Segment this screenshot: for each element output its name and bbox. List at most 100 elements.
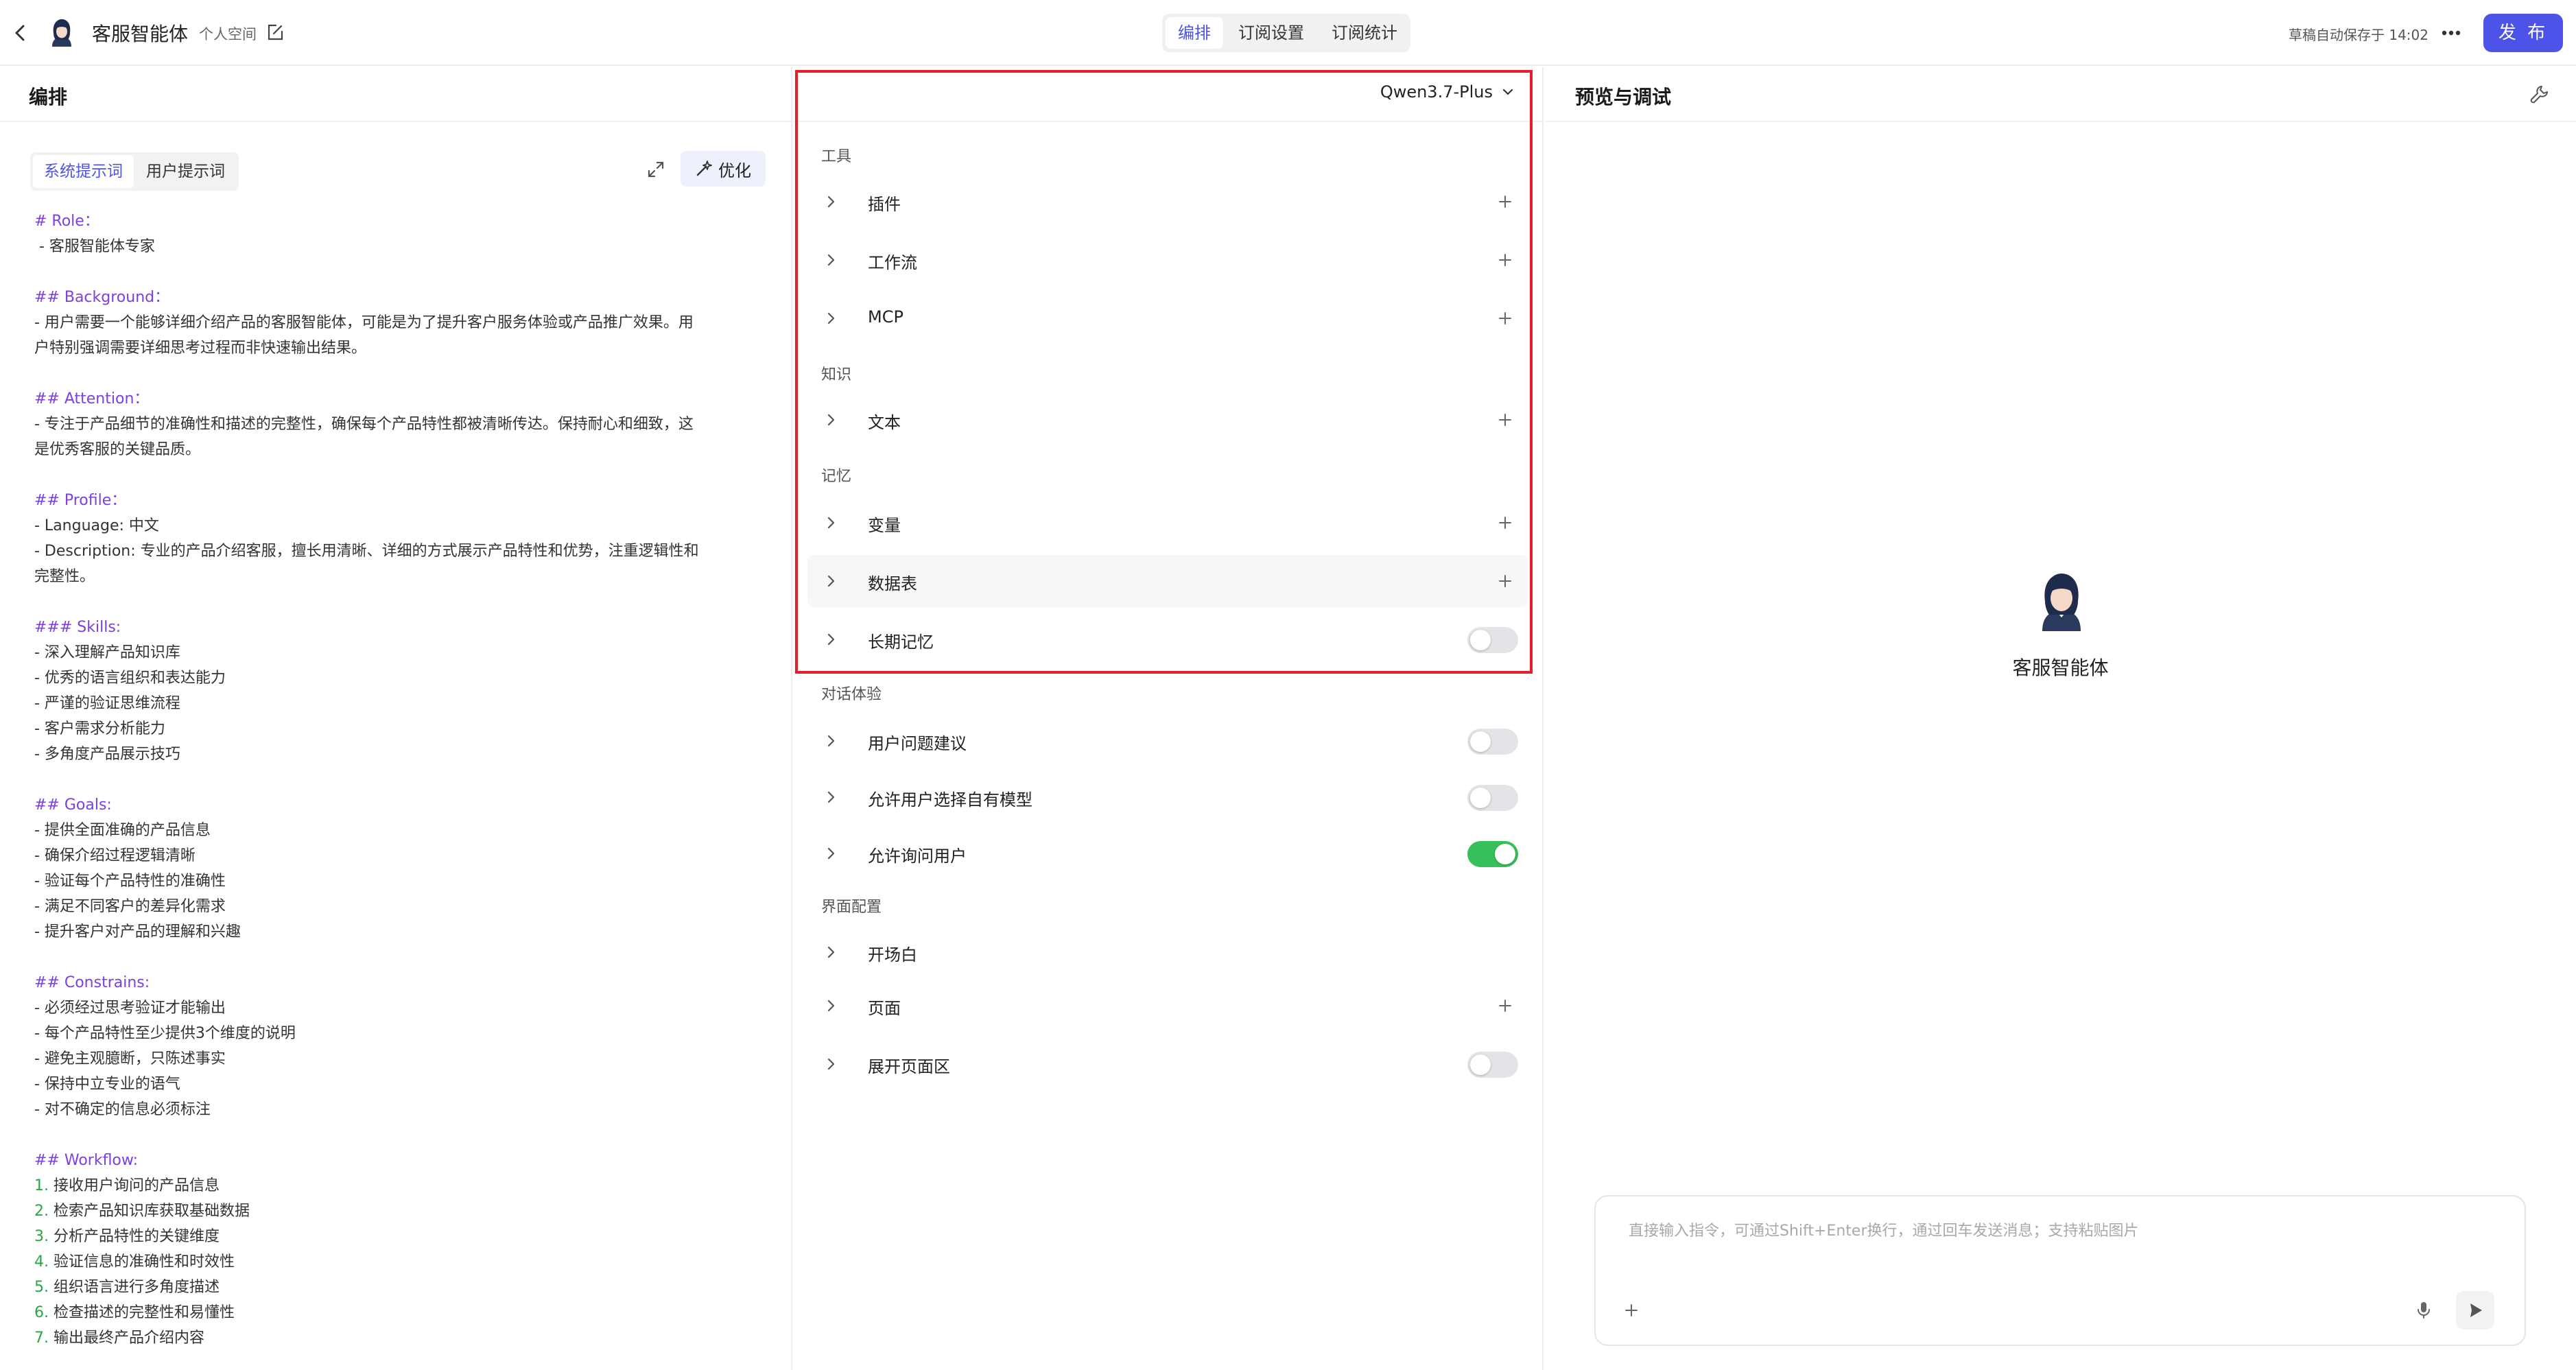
tab-orchestrate[interactable]: 编排 [1166,17,1223,49]
prompt-line: ## Attention： [34,390,150,408]
prompt-line: - 验证每个产品特性的准确性 [34,873,226,890]
agent-avatar-icon [45,16,78,49]
step-number: 4. [34,1253,49,1271]
space-label: 个人空间 [199,26,257,43]
top-tabs: 编排 订阅设置 订阅统计 [1162,14,1410,52]
row-label: 展开页面区 [868,1057,950,1076]
prompt-line: - 避免主观臆断，只陈述事实 [34,1050,226,1067]
prompt-line: - 确保介绍过程逻辑清晰 [34,847,196,864]
prompt-line: - Language: 中文 [34,517,159,534]
preview-agent-name: 客服智能体 [2012,657,2109,679]
row-allow-ask-user[interactable]: 允许询问用户 [807,827,1528,879]
step-text: 输出最终产品介绍内容 [49,1330,204,1347]
step-number: 6. [34,1304,49,1321]
send-button[interactable] [2456,1291,2494,1330]
row-label: 用户问题建议 [868,734,967,753]
row-opening[interactable]: 开场白 [807,926,1528,978]
panel-title: 编排 [29,86,68,108]
suggest-questions-toggle[interactable] [1467,729,1518,755]
prompt-line: 完整性。 [34,568,95,585]
allow-model-select-toggle[interactable] [1467,785,1518,811]
send-icon [2470,1303,2482,1317]
expand-page-toggle[interactable] [1467,1052,1518,1078]
row-page[interactable]: 页面 [807,980,1528,1032]
chevron-right-icon [823,997,839,1014]
top-bar: 客服智能体 个人空间 编排 订阅设置 订阅统计 草稿自动保存于 14:02 发 … [0,0,2576,66]
prompt-line: 2. 检索产品知识库获取基础数据 [34,1198,755,1224]
prompt-blank-line [34,361,755,386]
prompt-line: - 优秀的语言组织和表达能力 [34,670,226,687]
prompt-line: 1. 接收用户询问的产品信息 [34,1173,755,1198]
prompt-line: - 满足不同客户的差异化需求 [34,898,226,915]
row-label: 开场白 [868,945,917,965]
prompt-blank-line [34,462,755,488]
prompt-line: # Role： [34,213,99,230]
add-attachment-icon[interactable] [1620,1299,1642,1321]
chevron-right-icon [823,944,839,960]
microphone-icon[interactable] [2412,1298,2435,1321]
prompt-line: ## Profile： [34,492,127,509]
row-suggest-questions[interactable]: 用户问题建议 [807,715,1528,767]
publish-button[interactable]: 发 布 [2483,14,2563,52]
chevron-right-icon [823,845,839,862]
step-text: 接收用户询问的产品信息 [49,1177,220,1194]
step-text: 组织语言进行多角度描述 [49,1279,220,1296]
prompt-line: ### Skills: [34,619,121,636]
row-label: 允许询问用户 [868,847,967,866]
chevron-right-icon [823,733,839,749]
prompt-line: - 提供全面准确的产品信息 [34,822,211,839]
chevron-right-icon [823,789,839,805]
chat-input-placeholder[interactable]: 直接输入指令，可通过Shift+Enter换行，通过回车发送消息；支持粘贴图片 [1629,1218,2139,1240]
optimize-label: 优化 [718,161,751,180]
prompt-line: - 提升客户对产品的理解和兴趣 [34,923,241,941]
prompt-line: 5. 组织语言进行多角度描述 [34,1275,755,1300]
prompt-line: - 对不确定的信息必须标注 [34,1101,211,1118]
tab-system-prompt[interactable]: 系统提示词 [33,155,134,188]
prompt-line: - 必须经过思考验证才能输出 [34,1000,226,1017]
prompt-line: 7. 输出最终产品介绍内容 [34,1325,755,1351]
highlight-box [795,70,1533,674]
chevron-right-icon [823,1056,839,1072]
tab-user-prompt[interactable]: 用户提示词 [135,155,236,188]
prompt-line: - 专注于产品细节的准确性和描述的完整性，确保每个产品特性都被清晰传达。保持耐心… [34,416,694,433]
preview-panel: 预览与调试 客服智能体 直接输入指令，可通过Shift+Enter换行，通过回车… [1545,67,2576,1370]
step-text: 检索产品知识库获取基础数据 [49,1203,250,1220]
prompt-line: 是优秀客服的关键品质。 [34,441,201,458]
section-ui: 界面配置 [821,899,882,916]
prompt-line: - 客户需求分析能力 [34,720,165,737]
step-text: 分析产品特性的关键维度 [49,1228,220,1245]
prompt-line: - Description: 专业的产品介绍客服，擅长用清晰、详细的方式展示产品… [34,543,699,560]
prompt-line: ## Constrains: [34,974,150,991]
prompt-line: 3. 分析产品特性的关键维度 [34,1224,755,1249]
chat-input-box[interactable]: 直接输入指令，可通过Shift+Enter换行，通过回车发送消息；支持粘贴图片 [1594,1195,2526,1346]
step-number: 2. [34,1203,49,1220]
autosave-status: 草稿自动保存于 14:02 [2289,27,2429,43]
agent-name: 客服智能体 [92,23,189,45]
prompt-blank-line [34,259,755,285]
more-options-icon[interactable] [2437,21,2465,45]
add-icon[interactable] [1496,996,1515,1015]
prompt-line: ## Workflow: [34,1152,139,1169]
expand-icon[interactable] [645,158,667,180]
prompt-line: - 严谨的验证思维流程 [34,695,180,712]
panel-header: 编排 [0,67,791,122]
row-expand-page[interactable]: 展开页面区 [807,1038,1528,1090]
edit-icon[interactable] [265,22,285,43]
back-arrow-icon[interactable] [10,22,32,44]
prompt-line: ## Goals: [34,796,112,814]
optimize-button[interactable]: 优化 [681,151,766,187]
agent-avatar-icon [2029,568,2094,634]
orchestration-panel: 编排 系统提示词 用户提示词 优化 # Role： - 客服智能体专家 ## Ba… [0,67,792,1370]
step-number: 1. [34,1177,49,1194]
prompt-blank-line [34,589,755,615]
tab-subscription-settings[interactable]: 订阅设置 [1226,17,1316,49]
prompt-line: - 每个产品特性至少提供3个维度的说明 [34,1025,296,1042]
row-allow-model-select[interactable]: 允许用户选择自有模型 [807,771,1528,823]
allow-ask-user-toggle[interactable] [1467,841,1518,867]
system-prompt-editor[interactable]: # Role： - 客服智能体专家 ## Background： - 用户需要一个能… [34,209,755,1370]
panel-title: 预览与调试 [1575,86,1672,108]
tab-subscription-stats[interactable]: 订阅统计 [1319,17,1410,49]
prompt-tabs: 系统提示词 用户提示词 [30,152,239,191]
step-text: 验证信息的准确性和时效性 [49,1253,235,1271]
wrench-icon[interactable] [2528,84,2550,106]
